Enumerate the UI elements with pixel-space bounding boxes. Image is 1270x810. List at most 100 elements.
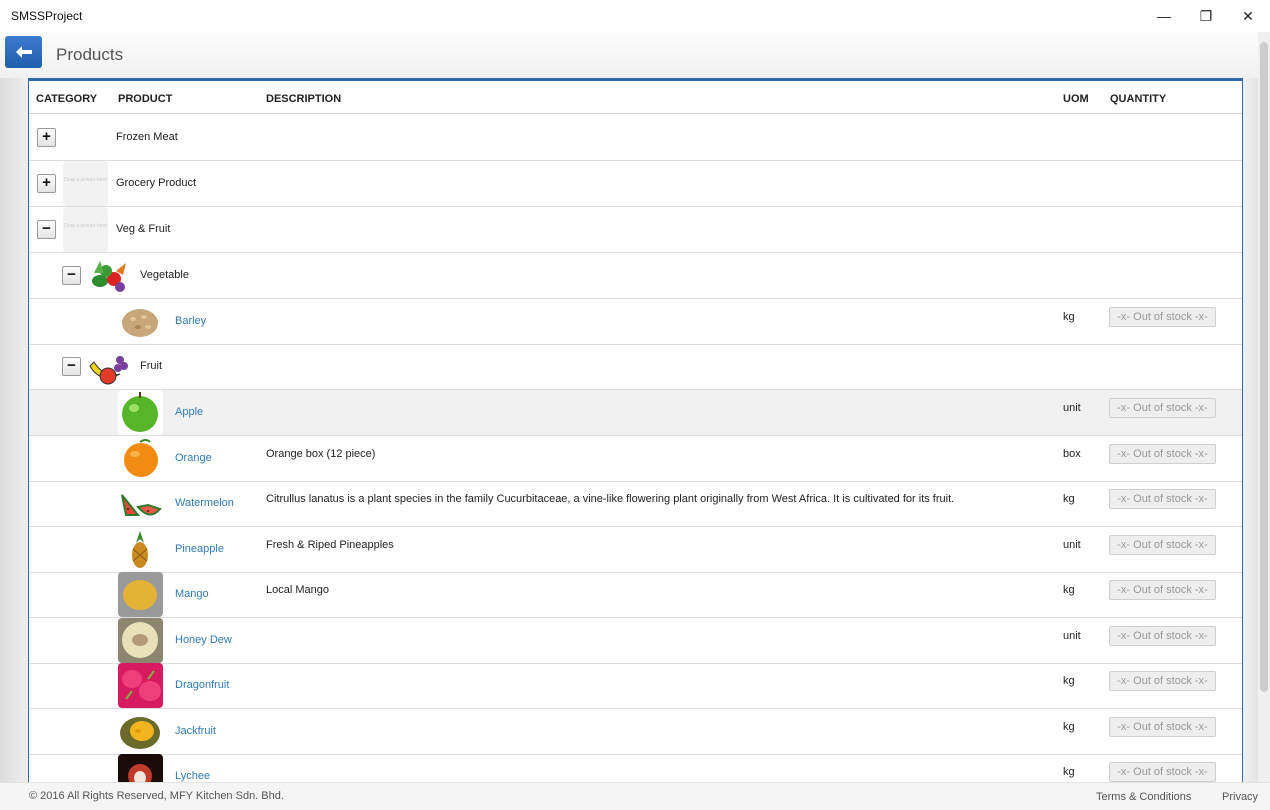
uom-value: kg (1063, 493, 1075, 505)
uom-value: unit (1063, 630, 1081, 642)
product-description: Fresh & Riped Pineapples (266, 539, 394, 551)
category-label: Veg & Fruit (116, 223, 171, 235)
product-description: Local Mango (266, 584, 329, 596)
table-header: CATEGORY PRODUCT DESCRIPTION UOM QUANTIT… (29, 81, 1242, 114)
product-row-jackfruit: Jackfruit kg -x- Out of stock -x- (29, 709, 1242, 755)
product-link-lychee[interactable]: Lychee (175, 770, 210, 782)
image-placeholder: Drag a picture here (63, 161, 108, 206)
product-description: Citrullus lanatus is a plant species in … (266, 493, 955, 505)
product-link-apple[interactable]: Apple (175, 406, 203, 418)
back-arrow-icon (15, 46, 32, 58)
subcategory-row-vegetable: − Vegetable (29, 253, 1242, 299)
uom-value: unit (1063, 539, 1081, 551)
placeholder-text: Drag a picture here (64, 177, 107, 183)
vegetable-image (92, 261, 126, 292)
product-row-dragonfruit: Dragonfruit kg -x- Out of stock -x- (29, 663, 1242, 709)
product-row-watermelon: Watermelon Citrullus lanatus is a plant … (29, 481, 1242, 527)
uom-value: kg (1063, 766, 1075, 778)
category-label: Frozen Meat (116, 131, 178, 143)
product-link-mango[interactable]: Mango (175, 588, 209, 600)
expand-grocery-product-button[interactable]: + (37, 174, 56, 193)
product-link-dragonfruit[interactable]: Dragonfruit (175, 679, 229, 691)
collapse-veg-fruit-button[interactable]: − (37, 220, 56, 239)
column-header-category: CATEGORY (36, 93, 98, 105)
watermelon-image (121, 494, 162, 516)
expand-frozen-meat-button[interactable]: + (37, 128, 56, 147)
apple-image (118, 390, 163, 435)
image-placeholder: Drag a picture here (63, 207, 108, 252)
jackfruit-image (120, 717, 160, 749)
fruit-image (89, 356, 128, 385)
product-row-orange: Orange Orange box (12 piece) box -x- Out… (29, 436, 1242, 482)
column-header-quantity: QUANTITY (1110, 93, 1167, 105)
stock-status-badge: -x- Out of stock -x- (1109, 762, 1216, 782)
terms-link[interactable]: Terms & Conditions (1096, 791, 1191, 803)
uom-value: kg (1063, 584, 1075, 596)
collapse-vegetable-button[interactable]: − (62, 266, 81, 285)
product-row-pineapple: Pineapple Fresh & Riped Pineapples unit … (29, 527, 1242, 573)
product-row-lychee: Lychee kg -x- Out of stock -x- (29, 754, 1242, 782)
category-label: Grocery Product (116, 177, 197, 189)
lychee-image (118, 754, 163, 782)
category-row-frozen-meat: + Frozen Meat (29, 115, 1242, 161)
close-button[interactable]: ✕ (1225, 0, 1270, 32)
uom-value: box (1063, 448, 1081, 460)
category-row-grocery-product: + Drag a picture here Grocery Product (29, 161, 1242, 207)
subcategory-label: Fruit (140, 360, 162, 372)
column-header-product: PRODUCT (118, 93, 173, 105)
stock-status-badge: -x- Out of stock -x- (1109, 444, 1216, 464)
stock-status-badge: -x- Out of stock -x- (1109, 580, 1216, 600)
mango-image (118, 572, 163, 617)
copyright-text: © 2016 All Rights Reserved, MFY Kitchen … (29, 790, 284, 802)
page-footer: © 2016 All Rights Reserved, MFY Kitchen … (0, 782, 1270, 810)
vertical-scrollbar[interactable] (1258, 32, 1270, 782)
uom-value: kg (1063, 721, 1075, 733)
stock-status-badge: -x- Out of stock -x- (1109, 307, 1216, 327)
placeholder-text: Drag a picture here (64, 223, 107, 229)
subcategory-row-fruit: − Fruit (29, 344, 1242, 390)
column-header-uom: UOM (1063, 93, 1089, 105)
column-header-description: DESCRIPTION (266, 93, 342, 105)
product-link-orange[interactable]: Orange (175, 452, 212, 464)
page-header: Products (0, 32, 1270, 78)
restore-icon: ❐ (1199, 7, 1213, 24)
app-title: SMSSProject (11, 9, 83, 23)
stock-status-badge: -x- Out of stock -x- (1109, 398, 1216, 418)
back-button[interactable] (5, 36, 42, 68)
product-row-apple: Apple unit -x- Out of stock -x- (29, 390, 1242, 436)
stock-status-badge: -x- Out of stock -x- (1109, 489, 1216, 509)
stock-status-badge: -x- Out of stock -x- (1109, 535, 1216, 555)
uom-value: unit (1063, 402, 1081, 414)
product-row-barley: Barley kg -x- Out of stock -x- (29, 299, 1242, 345)
close-icon: ✕ (1242, 7, 1254, 24)
product-description: Orange box (12 piece) (266, 448, 376, 460)
product-row-honey-dew: Honey Dew unit -x- Out of stock -x- (29, 618, 1242, 664)
maximize-button[interactable]: ❐ (1183, 0, 1229, 32)
pineapple-image (132, 531, 148, 568)
product-row-mango: Mango Local Mango kg -x- Out of stock -x… (29, 572, 1242, 618)
privacy-link[interactable]: Privacy (1222, 791, 1258, 803)
stock-status-badge: -x- Out of stock -x- (1109, 626, 1216, 646)
uom-value: kg (1063, 675, 1075, 687)
product-link-barley[interactable]: Barley (175, 315, 206, 327)
page-title: Products (56, 45, 124, 64)
uom-value: kg (1063, 311, 1075, 323)
products-table: CATEGORY PRODUCT DESCRIPTION UOM QUANTIT… (28, 78, 1243, 782)
product-link-pineapple[interactable]: Pineapple (175, 543, 224, 555)
scrollbar-thumb[interactable] (1260, 42, 1268, 692)
collapse-fruit-button[interactable]: − (62, 357, 81, 376)
product-link-honey-dew[interactable]: Honey Dew (175, 634, 232, 646)
minimize-button[interactable]: — (1141, 0, 1187, 32)
honey-dew-image (118, 618, 163, 663)
product-link-jackfruit[interactable]: Jackfruit (175, 725, 216, 737)
window-titlebar: SMSSProject — ❐ ✕ (0, 0, 1270, 32)
category-row-veg-fruit: − Drag a picture here Veg & Fruit (29, 207, 1242, 253)
dragonfruit-image (118, 663, 163, 708)
subcategory-label: Vegetable (140, 269, 189, 281)
minimize-icon: — (1157, 8, 1171, 24)
product-link-watermelon[interactable]: Watermelon (175, 497, 234, 509)
stock-status-badge: -x- Out of stock -x- (1109, 671, 1216, 691)
stock-status-badge: -x- Out of stock -x- (1109, 717, 1216, 737)
barley-image (122, 309, 158, 337)
orange-image (124, 439, 158, 477)
